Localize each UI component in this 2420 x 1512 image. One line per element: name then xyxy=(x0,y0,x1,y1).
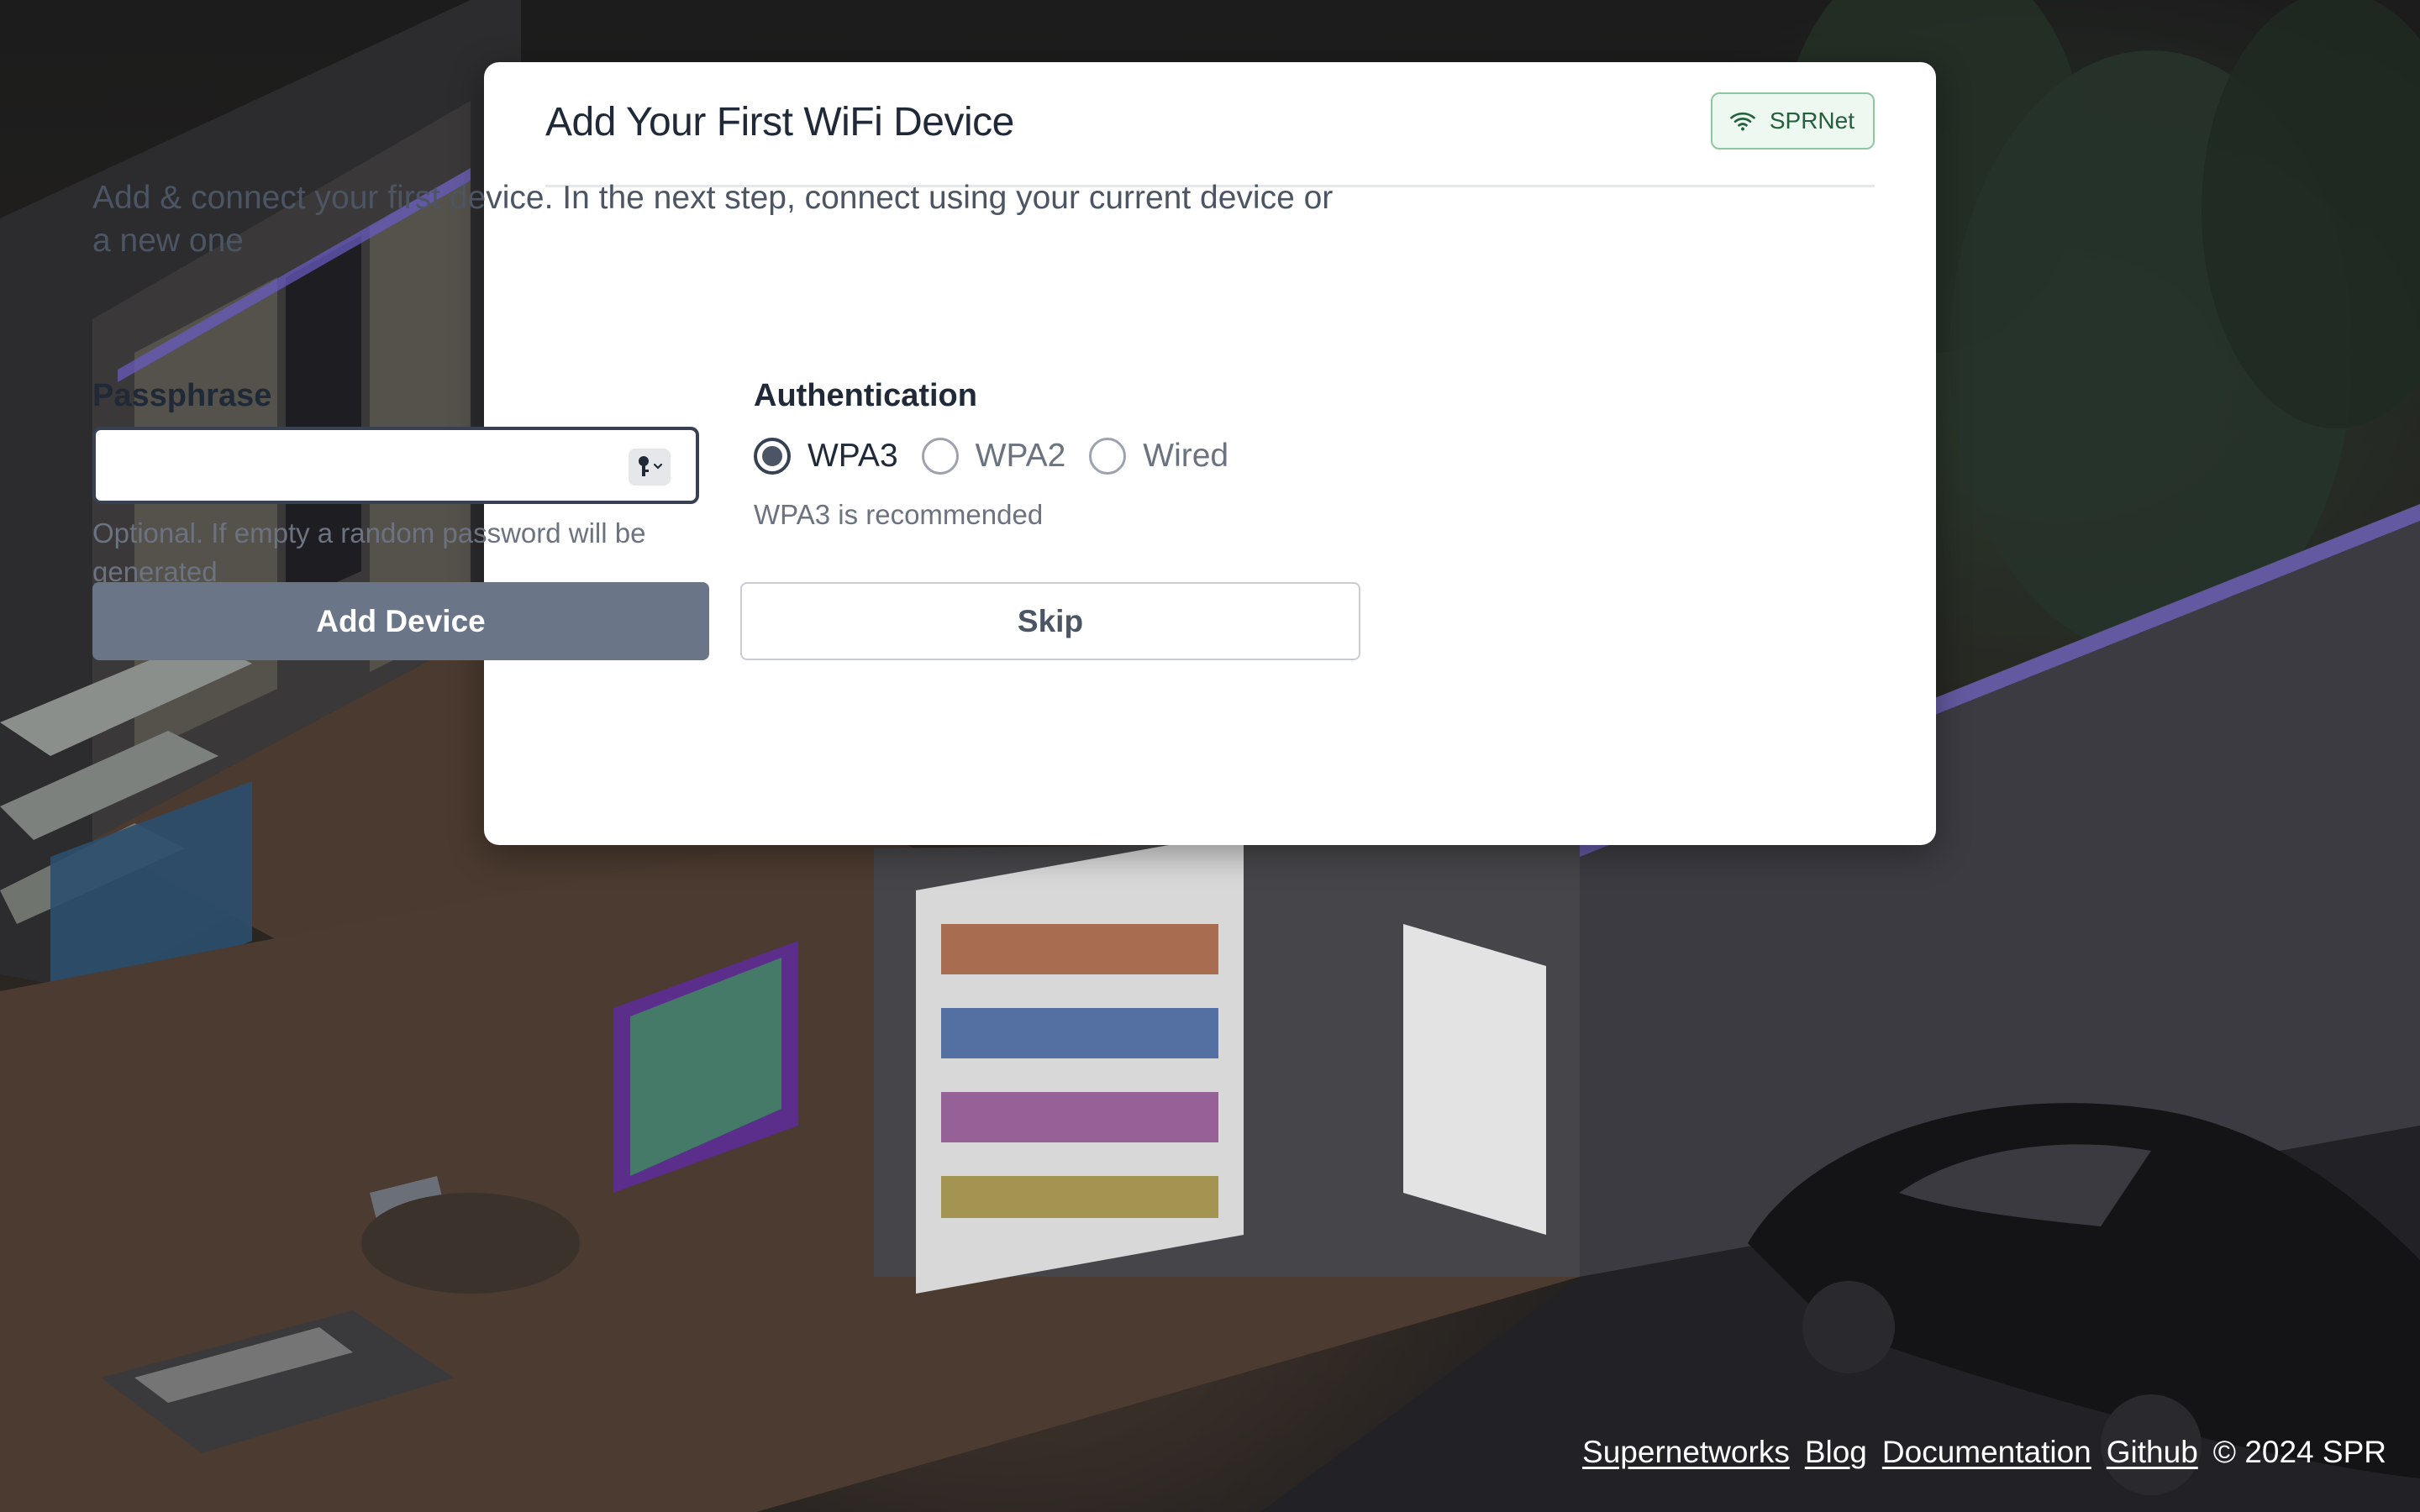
skip-button[interactable]: Skip xyxy=(740,582,1360,660)
radio-wpa3-label[interactable]: WPA3 xyxy=(808,438,898,475)
footer-link-supernetworks[interactable]: Supernetworks xyxy=(1582,1435,1790,1470)
radio-wpa3-circle[interactable] xyxy=(754,438,791,475)
footer: Supernetworks Blog Documentation Github … xyxy=(1582,1435,2386,1470)
authentication-label: Authentication xyxy=(754,378,977,413)
radio-wpa2-label[interactable]: WPA2 xyxy=(976,438,1066,475)
footer-link-github[interactable]: Github xyxy=(2107,1435,2198,1470)
radio-wpa3[interactable]: WPA3 xyxy=(754,438,898,475)
network-badge: SPRNet xyxy=(1710,92,1875,150)
radio-wpa2-circle[interactable] xyxy=(921,438,959,475)
passphrase-field[interactable] xyxy=(92,427,699,504)
footer-copyright: © 2024 SPR xyxy=(2212,1435,2386,1469)
authentication-radio-group: WPA3 WPA2 Wired xyxy=(754,435,1252,477)
passphrase-label: Passphrase xyxy=(92,378,272,413)
network-badge-label: SPRNet xyxy=(1769,108,1854,134)
passphrase-input[interactable] xyxy=(96,430,696,501)
modal-header: Add Your First WiFi Device SPRNet xyxy=(545,62,1875,187)
authentication-help: WPA3 is recommended xyxy=(754,499,1044,530)
radio-wired-label[interactable]: Wired xyxy=(1143,438,1228,475)
radio-wired[interactable]: Wired xyxy=(1089,438,1228,475)
wifi-icon xyxy=(1729,112,1755,131)
radio-wpa2[interactable]: WPA2 xyxy=(921,438,1066,475)
intro-text: Add & connect your first device. In the … xyxy=(92,180,1334,259)
password-manager-button[interactable] xyxy=(629,449,671,486)
radio-wired-circle[interactable] xyxy=(1089,438,1127,475)
add-device-button[interactable]: Add Device xyxy=(92,582,709,660)
modal-title: Add Your First WiFi Device xyxy=(545,100,1014,144)
key-icon xyxy=(639,456,663,476)
footer-link-documentation[interactable]: Documentation xyxy=(1882,1435,2091,1470)
footer-link-blog[interactable]: Blog xyxy=(1805,1435,1867,1470)
passphrase-help: Optional. If empty a random password wil… xyxy=(92,517,646,587)
